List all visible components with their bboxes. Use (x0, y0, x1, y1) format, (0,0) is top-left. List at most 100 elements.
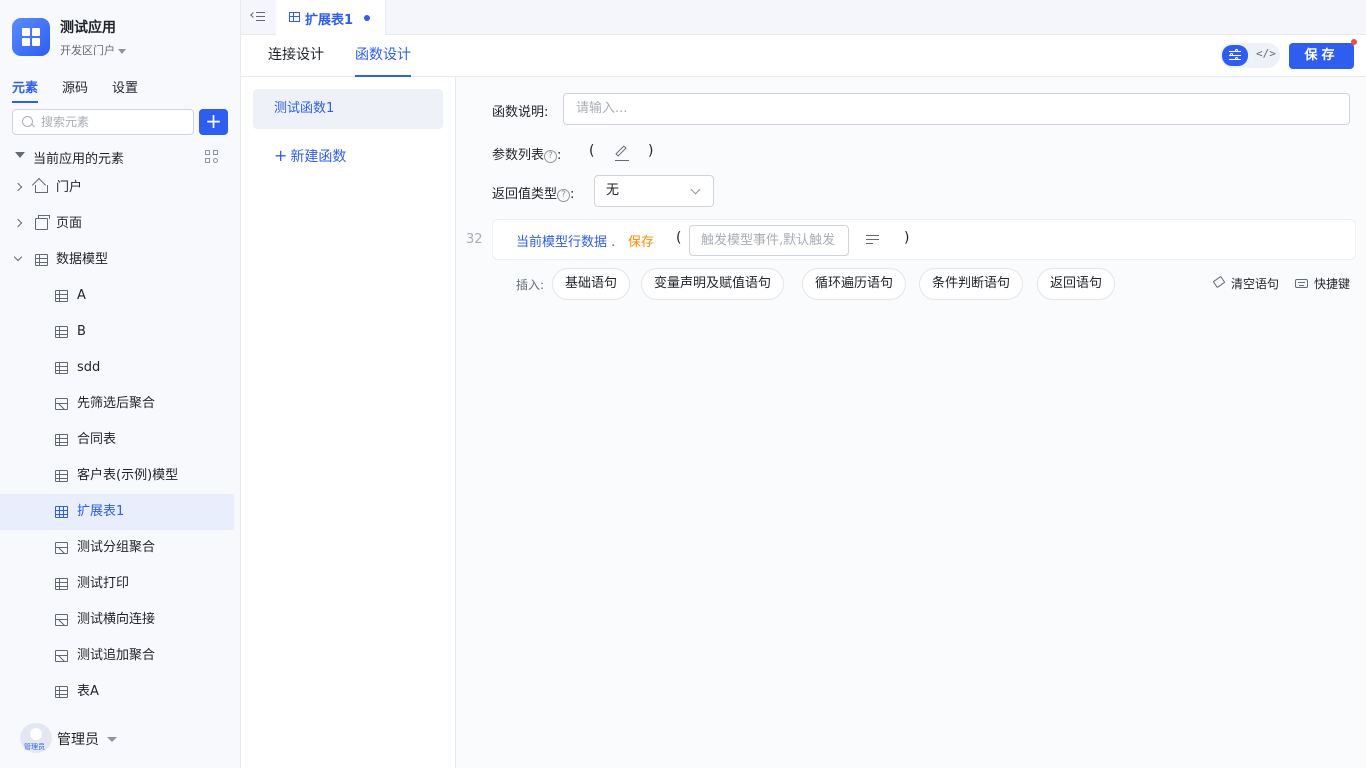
statement-method[interactable]: 保存 (628, 231, 654, 250)
tree-item-label: 测试分组聚合 (77, 540, 156, 555)
tree-item-model[interactable]: 合同表 (0, 422, 234, 458)
tree-item-data-models[interactable]: 数据模型 (0, 242, 234, 278)
insert-loop-statement-button[interactable]: 循环遍历语句 (802, 268, 907, 300)
params-paren-close: ) (648, 143, 654, 159)
table-icon (55, 470, 68, 482)
aggregate-table-icon (55, 614, 68, 626)
view-mode-toggle: </> (1220, 43, 1280, 68)
table-icon (55, 326, 68, 338)
portal-label: 开发区门户 (60, 44, 115, 57)
edit-params-icon[interactable] (614, 145, 630, 161)
add-element-button[interactable]: + (199, 109, 228, 135)
tree-item-model[interactable]: sdd (0, 350, 234, 386)
statement-arg-input[interactable]: 触发模型事件,默认触发 (689, 225, 849, 256)
new-function-label: 新建函数 (290, 149, 347, 165)
eraser-icon (1212, 275, 1226, 289)
home-icon (35, 185, 48, 193)
description-label: 函数说明: (492, 105, 549, 120)
tab-function-design[interactable]: 函数设计 (355, 35, 411, 77)
tree-item-label: 测试打印 (77, 576, 130, 591)
tree-item-label: 表A (77, 684, 99, 699)
keyboard-icon (1295, 279, 1308, 288)
tree-item-model[interactable]: 表A (0, 674, 234, 710)
save-button[interactable]: 保存 (1289, 43, 1354, 69)
tree-root[interactable]: 当前应用的元素 (12, 147, 232, 167)
tree-item-model[interactable]: 测试打印 (0, 566, 234, 602)
arg-paren-close: ) (904, 230, 910, 246)
tree-config-icon[interactable] (205, 150, 219, 164)
tab-settings[interactable]: 设置 (112, 77, 138, 103)
params-paren-open: ( (589, 143, 595, 159)
user-name: 管理员 (57, 732, 99, 748)
return-type-label-text: 返回值类型 (492, 187, 558, 202)
settings-view-toggle[interactable] (1222, 45, 1248, 66)
format-options-icon[interactable] (866, 234, 880, 246)
doc-tab-extended-table[interactable]: 扩展表1 (276, 0, 386, 35)
new-function-button[interactable]: + 新建函数 (274, 146, 346, 166)
aggregate-table-icon (55, 398, 68, 410)
element-tree: 门户 页面 数据模型 A B sdd 先筛选后聚合 合同表 客户表(示例)模型 … (0, 170, 234, 710)
help-icon[interactable]: ? (557, 189, 571, 202)
search-placeholder: 搜索元素 (41, 115, 90, 129)
insert-return-statement-button[interactable]: 返回语句 (1037, 268, 1116, 300)
tree-item-label: 数据模型 (56, 252, 109, 267)
function-list: 测试函数1 + 新建函数 (241, 77, 456, 768)
tree-item-portal[interactable]: 门户 (0, 170, 234, 206)
insert-condition-statement-button[interactable]: 条件判断语句 (919, 268, 1024, 300)
tree-item-model-active[interactable]: 扩展表1 (0, 494, 234, 530)
table-icon (35, 254, 48, 266)
collapse-sidebar-icon[interactable] (250, 10, 265, 24)
tree-item-label: 先筛选后聚合 (77, 396, 156, 411)
tree-item-pages[interactable]: 页面 (0, 206, 234, 242)
tree-item-model[interactable]: A (0, 278, 234, 314)
triangle-down-icon (15, 152, 25, 158)
return-type-value: 无 (606, 183, 620, 198)
insert-variable-statement-button[interactable]: 变量声明及赋值语句 (641, 268, 785, 300)
tree-item-label: 测试追加聚合 (77, 648, 156, 663)
plus-icon: + (274, 146, 288, 165)
doc-tab-label: 扩展表1 (305, 13, 354, 28)
portal-selector[interactable]: 开发区门户 (60, 42, 126, 58)
tree-item-model[interactable]: 先筛选后聚合 (0, 386, 234, 422)
page-icon (35, 215, 50, 230)
caret-down-icon (118, 48, 126, 54)
function-item[interactable]: 测试函数1 (253, 89, 443, 129)
sidebar-tabs: 元素 源码 设置 (12, 77, 138, 103)
tree-root-label: 当前应用的元素 (33, 152, 125, 167)
aggregate-table-icon (55, 542, 68, 554)
tab-elements[interactable]: 元素 (12, 77, 39, 103)
tree-item-label: sdd (77, 360, 101, 375)
tab-source[interactable]: 源码 (62, 77, 88, 103)
return-type-select[interactable]: 无 (594, 175, 714, 207)
chevron-right-icon (13, 218, 23, 228)
clear-statements-button[interactable]: 清空语句 (1231, 275, 1279, 292)
tree-item-label: 测试横向连接 (77, 612, 156, 627)
user-silhouette-icon (30, 728, 42, 740)
tree-item-label: A (77, 288, 86, 303)
code-view-toggle[interactable]: </> (1251, 45, 1277, 66)
chevron-down-icon (13, 252, 23, 262)
tree-item-model[interactable]: 测试分组聚合 (0, 530, 234, 566)
description-input[interactable]: 请输入... (563, 93, 1350, 125)
aggregate-table-icon (55, 650, 68, 662)
tree-item-label: 页面 (56, 216, 83, 231)
unsaved-dot-icon (364, 15, 370, 21)
tree-item-model[interactable]: 测试追加聚合 (0, 638, 234, 674)
avatar: 管理员 (20, 723, 52, 753)
tree-item-label: B (77, 324, 86, 339)
table-icon (55, 434, 68, 446)
tree-item-model[interactable]: 客户表(示例)模型 (0, 458, 234, 494)
tab-connection-design[interactable]: 连接设计 (268, 35, 324, 77)
statement-object[interactable]: 当前模型行数据 . (516, 231, 615, 250)
function-editor: 函数说明: 请输入... 参数列表?: ( ) 返回值类型?: 无 32 当前模… (456, 77, 1366, 768)
insert-basic-statement-button[interactable]: 基础语句 (552, 268, 631, 300)
tree-item-model[interactable]: 测试横向连接 (0, 602, 234, 638)
line-number: 32 (466, 232, 483, 247)
search-input[interactable]: 搜索元素 (12, 109, 194, 135)
help-icon[interactable]: ? (544, 150, 558, 163)
document-tabs: 扩展表1 (241, 0, 1366, 35)
shortcuts-button[interactable]: 快捷键 (1314, 275, 1350, 292)
tree-item-label: 合同表 (77, 432, 117, 447)
tree-item-model[interactable]: B (0, 314, 234, 350)
statement-row[interactable]: 当前模型行数据 . 保存 ( 触发模型事件,默认触发 ) (492, 219, 1356, 260)
